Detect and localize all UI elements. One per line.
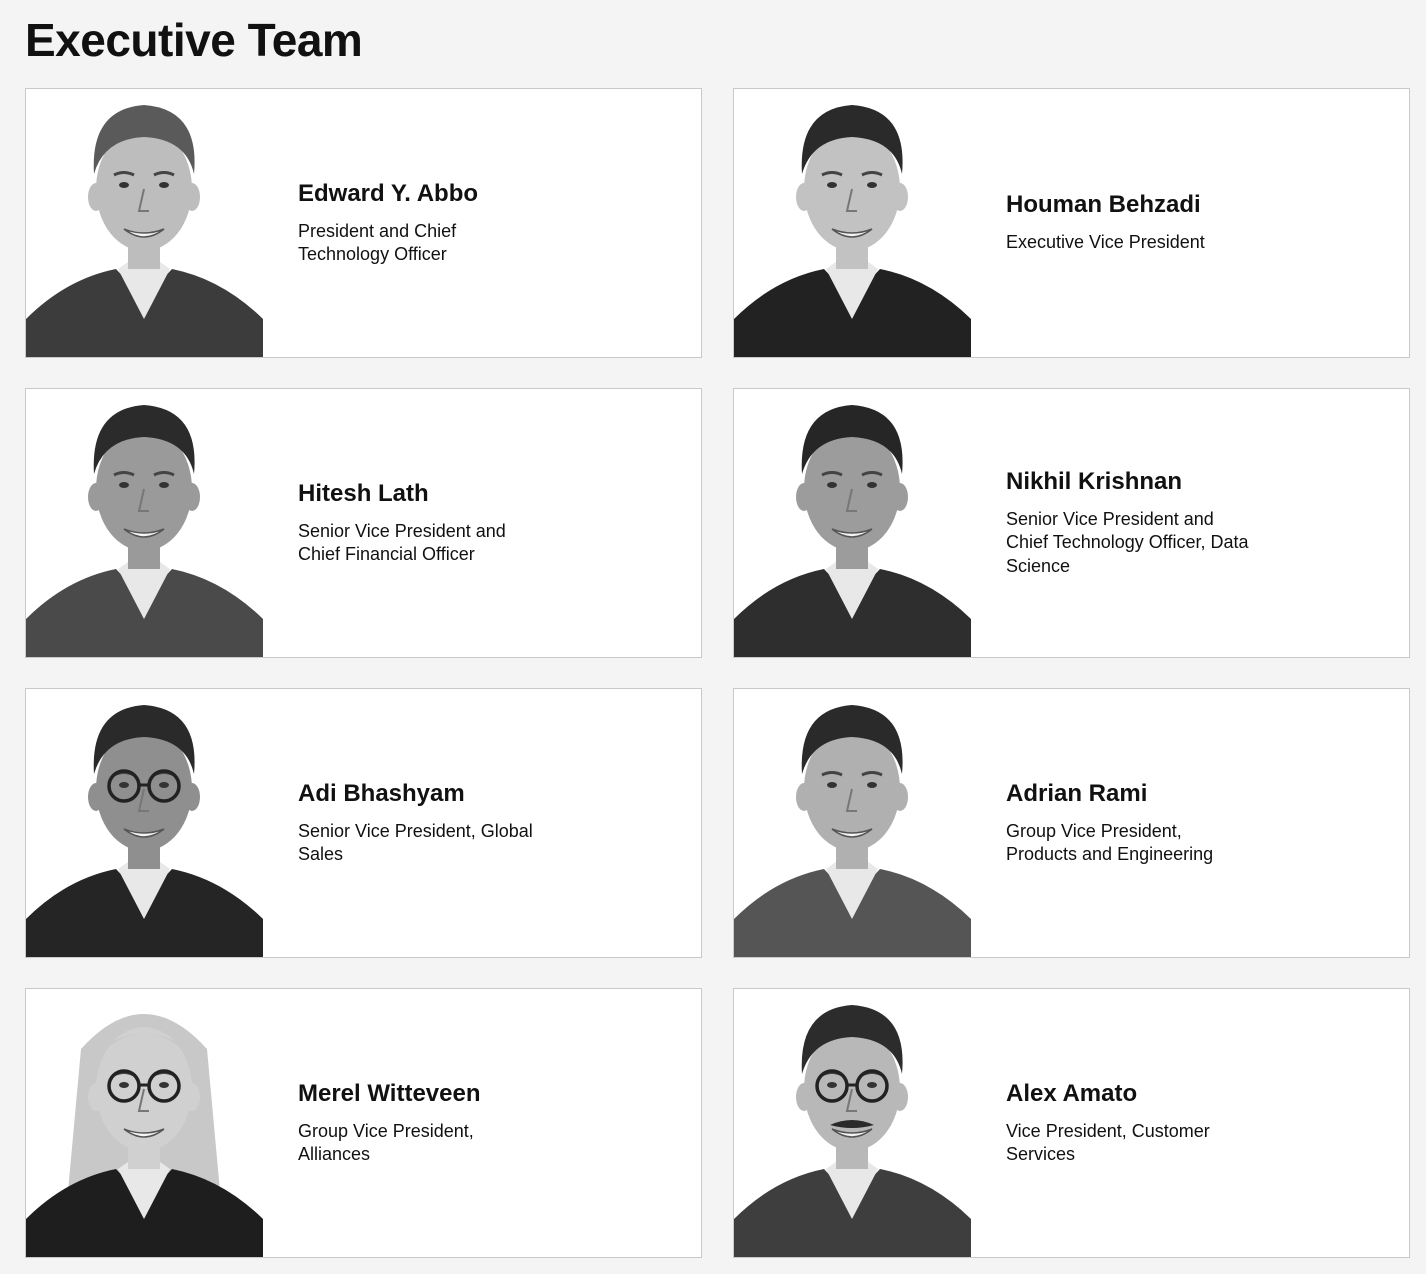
portrait-silhouette xyxy=(26,105,263,357)
role-line: Sales xyxy=(298,844,344,864)
executive-role: Senior Vice President and Chief Financia… xyxy=(298,520,558,567)
executive-name[interactable]: Hitesh Lath xyxy=(298,480,558,508)
portrait-photo xyxy=(26,389,263,657)
portrait-silhouette xyxy=(26,705,263,957)
executive-name[interactable]: Edward Y. Abbo xyxy=(298,180,558,208)
executive-name[interactable]: Merel Witteveen xyxy=(298,1080,558,1108)
executive-role: President and Chief Technology Officer xyxy=(298,220,558,267)
executive-role: Senior Vice President and Chief Technolo… xyxy=(1006,508,1266,579)
role-line: Executive Vice President xyxy=(1006,232,1205,253)
portrait-photo xyxy=(734,89,971,357)
executive-name[interactable]: Nikhil Krishnan xyxy=(1006,468,1266,496)
executive-name[interactable]: Alex Amato xyxy=(1006,1080,1266,1108)
executive-role: Group Vice President, Alliances xyxy=(298,1120,558,1167)
executive-card[interactable]: Nikhil Krishnan Senior Vice President an… xyxy=(733,388,1410,658)
executive-card[interactable]: Houman Behzadi Executive Vice President xyxy=(733,88,1410,358)
role-line: Senior Vice President, Global xyxy=(298,820,533,841)
page-title: Executive Team xyxy=(25,14,363,66)
executive-card[interactable]: Hitesh Lath Senior Vice President and Ch… xyxy=(25,388,702,658)
executive-card[interactable]: Edward Y. Abbo President and Chief Techn… xyxy=(25,88,702,358)
executive-grid: Edward Y. Abbo President and Chief Techn… xyxy=(25,88,1410,1258)
executive-role: Vice President, Customer Services xyxy=(1006,1120,1266,1167)
portrait-photo xyxy=(734,389,971,657)
portrait-silhouette xyxy=(734,105,971,357)
portrait-photo xyxy=(734,689,971,957)
portrait-photo xyxy=(734,989,971,1257)
executive-card[interactable]: Alex Amato Vice President, Customer Serv… xyxy=(733,988,1410,1258)
role-line: Group Vice President, xyxy=(1006,820,1182,841)
role-line: Senior Vice President and xyxy=(298,520,506,541)
executive-role: Group Vice President, Products and Engin… xyxy=(1006,820,1266,867)
role-line: Senior Vice President and xyxy=(1006,508,1214,529)
portrait-silhouette xyxy=(734,405,971,657)
role-line: Group Vice President, xyxy=(298,1120,474,1141)
executive-name[interactable]: Houman Behzadi xyxy=(1006,191,1266,219)
role-line: Chief Financial Officer xyxy=(298,544,475,564)
executive-name[interactable]: Adrian Rami xyxy=(1006,780,1266,808)
portrait-photo xyxy=(26,89,263,357)
executive-card[interactable]: Adi Bhashyam Senior Vice President, Glob… xyxy=(25,688,702,958)
role-line: Science xyxy=(1006,555,1071,576)
executive-card[interactable]: Adrian Rami Group Vice President, Produc… xyxy=(733,688,1410,958)
role-line: Products and Engineering xyxy=(1006,844,1214,864)
executive-card[interactable]: Merel Witteveen Group Vice President, Al… xyxy=(25,988,702,1258)
executive-role: Executive Vice President xyxy=(1006,231,1266,255)
portrait-silhouette xyxy=(734,1005,971,1257)
portrait-silhouette xyxy=(26,405,263,657)
executive-role: Senior Vice President, Global Sales xyxy=(298,820,558,867)
role-line: Alliances xyxy=(298,1144,371,1164)
portrait-silhouette xyxy=(26,1014,263,1257)
role-line: Vice President, Customer xyxy=(1006,1120,1210,1141)
role-line: President and Chief xyxy=(298,220,457,241)
role-line: Technology Officer xyxy=(298,244,447,264)
role-line: Services xyxy=(1006,1144,1076,1164)
role-line: Chief Technology Officer, Data xyxy=(1006,532,1249,553)
executive-name[interactable]: Adi Bhashyam xyxy=(298,780,558,808)
portrait-photo xyxy=(26,989,263,1257)
portrait-photo xyxy=(26,689,263,957)
portrait-silhouette xyxy=(734,705,971,957)
